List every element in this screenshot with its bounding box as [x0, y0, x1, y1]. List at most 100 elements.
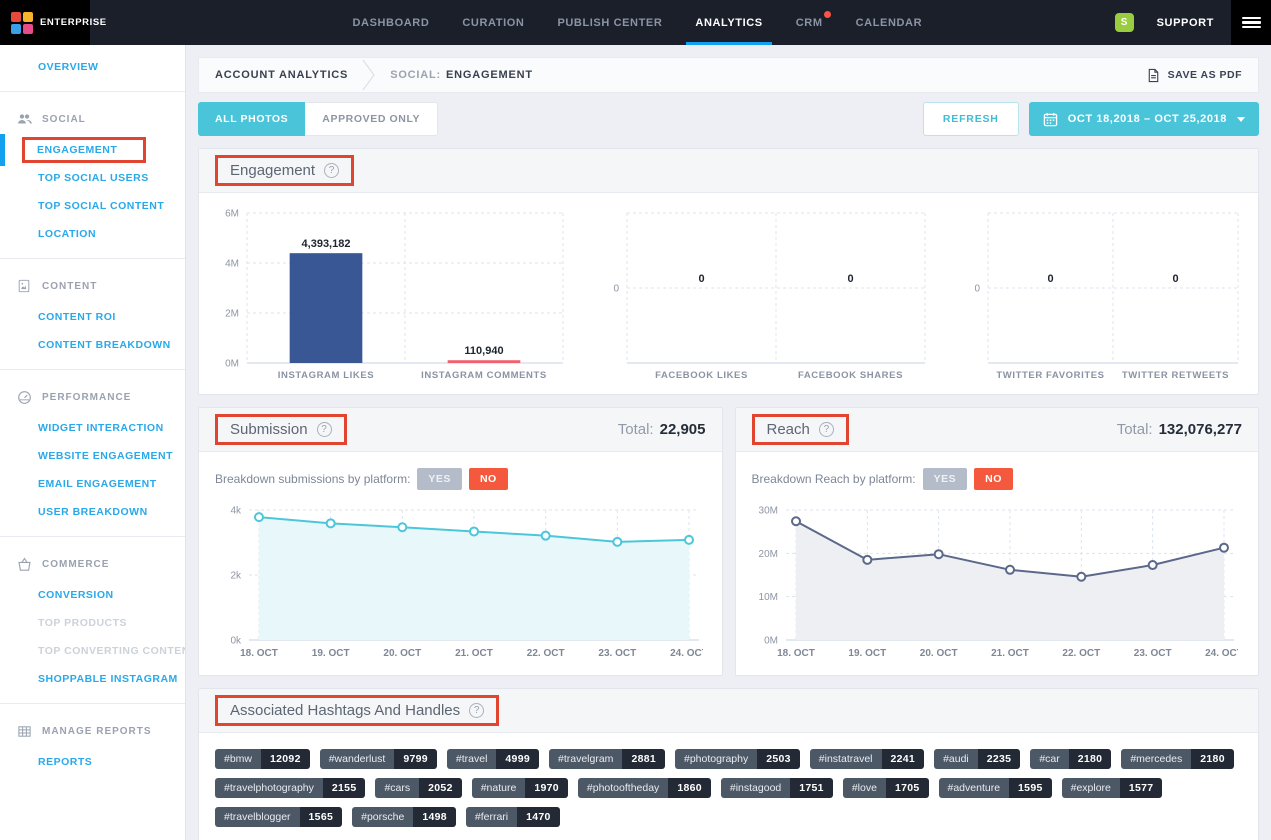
- sidebar-item-conversion[interactable]: CONVERSION: [0, 581, 185, 609]
- svg-text:0: 0: [613, 284, 619, 295]
- hashtag-chip-adventure[interactable]: #adventure1595: [939, 778, 1052, 798]
- svg-text:30M: 30M: [758, 506, 777, 517]
- hashtag-label: #photooftheday: [578, 778, 668, 798]
- sidebar-divider: [0, 703, 185, 704]
- svg-text:21. OCT: 21. OCT: [991, 648, 1029, 659]
- breadcrumb-page: ENGAGEMENT: [446, 69, 533, 81]
- app-root: ENTERPRISE DASHBOARD CURATION PUBLISH CENT…: [0, 0, 1271, 840]
- nav-item-dashboard[interactable]: DASHBOARD: [352, 0, 429, 45]
- reach-panel-header: Reach Total:132,076,277: [736, 408, 1259, 452]
- hashtag-chip-instagood[interactable]: #instagood1751: [721, 778, 833, 798]
- hashtag-chip-travelblogger[interactable]: #travelblogger1565: [215, 807, 342, 827]
- sidebar-item-overview[interactable]: OVERVIEW: [0, 53, 185, 81]
- sidebar-item-top-social-content[interactable]: TOP SOCIAL CONTENT: [0, 192, 185, 220]
- approved-only-button[interactable]: APPROVED ONLY: [305, 102, 438, 136]
- sidebar-item-website-engagement[interactable]: WEBSITE ENGAGEMENT: [0, 442, 185, 470]
- basket-icon: [16, 556, 32, 572]
- hashtag-label: #instagood: [721, 778, 790, 798]
- help-icon[interactable]: [469, 703, 484, 718]
- svg-text:0: 0: [1172, 273, 1178, 285]
- sidebar-item-reports[interactable]: REPORTS: [0, 748, 185, 776]
- avatar[interactable]: S: [1115, 13, 1134, 32]
- nav-item-analytics[interactable]: ANALYTICS: [695, 0, 762, 45]
- document-icon: [16, 278, 32, 294]
- filter-row: ALL PHOTOS APPROVED ONLY REFRESH OCT 18,…: [198, 102, 1259, 136]
- svg-text:0: 0: [974, 284, 980, 295]
- sidebar-item-engagement[interactable]: ENGAGEMENT: [0, 136, 185, 164]
- breakdown-label: Breakdown submissions by platform:: [215, 472, 410, 486]
- hashtag-count: 1498: [413, 807, 456, 827]
- top-nav: ENTERPRISE DASHBOARD CURATION PUBLISH CENT…: [0, 0, 1271, 45]
- breakdown-yes-button[interactable]: YES: [923, 468, 968, 490]
- hashtag-chip-porsche[interactable]: #porsche1498: [352, 807, 456, 827]
- hashtag-count: 2155: [323, 778, 366, 798]
- hashtag-chip-photography[interactable]: #photography2503: [675, 749, 800, 769]
- sidebar-item-user-breakdown[interactable]: USER BREAKDOWN: [0, 498, 185, 526]
- sidebar-item-email-engagement[interactable]: EMAIL ENGAGEMENT: [0, 470, 185, 498]
- brand[interactable]: ENTERPRISE: [0, 0, 90, 45]
- date-range-picker[interactable]: OCT 18,2018 – OCT 25,2018: [1029, 102, 1259, 136]
- help-icon[interactable]: [819, 422, 834, 437]
- hashtag-chip-travelgram[interactable]: #travelgram2881: [549, 749, 665, 769]
- engagement-charts: 6M4M2M0M4,393,182INSTAGRAM LIKES110,940I…: [199, 193, 1258, 394]
- submission-breakdown-toggle: Breakdown submissions by platform: YES N…: [215, 468, 706, 490]
- sidebar-item-content-roi[interactable]: CONTENT ROI: [0, 303, 185, 331]
- annotation-box: Submission: [215, 414, 347, 445]
- svg-text:2M: 2M: [225, 309, 239, 320]
- sidebar-item-top-social-users[interactable]: TOP SOCIAL USERS: [0, 164, 185, 192]
- sidebar-item-widget-interaction[interactable]: WIDGET INTERACTION: [0, 414, 185, 442]
- save-as-pdf-button[interactable]: SAVE AS PDF: [1146, 68, 1242, 83]
- hashtag-chip-travelphotography[interactable]: #travelphotography2155: [215, 778, 365, 798]
- hashtag-chip-explore[interactable]: #explore1577: [1062, 778, 1163, 798]
- hashtag-chip-instatravel[interactable]: #instatravel2241: [810, 749, 924, 769]
- calendar-icon: [1043, 112, 1058, 127]
- nav-item-crm[interactable]: CRM: [796, 0, 823, 45]
- hashtag-chip-audi[interactable]: #audi2235: [934, 749, 1020, 769]
- hashtag-chip-photooftheday[interactable]: #photooftheday1860: [578, 778, 711, 798]
- hashtag-chip-ferrari[interactable]: #ferrari1470: [466, 807, 560, 827]
- hashtag-label: #mercedes: [1121, 749, 1191, 769]
- all-photos-button[interactable]: ALL PHOTOS: [198, 102, 305, 136]
- menu-button[interactable]: [1231, 0, 1271, 45]
- svg-text:2k: 2k: [230, 571, 242, 582]
- support-link[interactable]: SUPPORT: [1157, 17, 1214, 29]
- reach-area-chart: 30M20M10M0M18. OCT19. OCT20. OCT21. OCT2…: [752, 502, 1243, 669]
- hashtag-chip-nature[interactable]: #nature1970: [472, 778, 568, 798]
- breakdown-label: Breakdown Reach by platform:: [752, 472, 916, 486]
- sidebar-item-location[interactable]: LOCATION: [0, 220, 185, 248]
- svg-text:INSTAGRAM LIKES: INSTAGRAM LIKES: [278, 370, 374, 381]
- refresh-button[interactable]: REFRESH: [923, 102, 1019, 136]
- hashtag-label: #bmw: [215, 749, 261, 769]
- hashtag-chip-love[interactable]: #love1705: [843, 778, 929, 798]
- breakdown-no-button[interactable]: NO: [469, 468, 508, 490]
- hashtag-count: 2052: [419, 778, 462, 798]
- nav-item-label: CURATION: [462, 17, 524, 29]
- annotation-box: Reach: [752, 414, 849, 445]
- shell: OVERVIEW SOCIALENGAGEMENTTOP SOCIAL USER…: [0, 45, 1271, 840]
- nav-item-curation[interactable]: CURATION: [462, 0, 524, 45]
- hashtag-count: 1705: [886, 778, 929, 798]
- breadcrumb: ACCOUNT ANALYTICS SOCIAL: ENGAGEMENT SAV…: [198, 57, 1259, 93]
- hashtag-count: 2180: [1191, 749, 1234, 769]
- hashtag-count: 1577: [1120, 778, 1163, 798]
- hashtag-count: 1751: [790, 778, 833, 798]
- hashtag-chip-car[interactable]: #car2180: [1030, 749, 1111, 769]
- gauge-icon: [16, 389, 32, 405]
- hashtag-chip-mercedes[interactable]: #mercedes2180: [1121, 749, 1234, 769]
- help-icon[interactable]: [324, 163, 339, 178]
- hashtag-count: 4999: [496, 749, 539, 769]
- breakdown-yes-button[interactable]: YES: [417, 468, 462, 490]
- sidebar-item-shoppable-instagram[interactable]: SHOPPABLE INSTAGRAM: [0, 665, 185, 693]
- breakdown-no-button[interactable]: NO: [974, 468, 1013, 490]
- nav-item-calendar[interactable]: CALENDAR: [856, 0, 923, 45]
- sidebar-item-content-breakdown[interactable]: CONTENT BREAKDOWN: [0, 331, 185, 359]
- engagement-panel-header: Engagement: [199, 149, 1258, 193]
- hashtag-chip-wanderlust[interactable]: #wanderlust9799: [320, 749, 437, 769]
- hashtag-chip-travel[interactable]: #travel4999: [447, 749, 539, 769]
- breadcrumb-root[interactable]: ACCOUNT ANALYTICS: [215, 69, 348, 81]
- nav-item-publish-center[interactable]: PUBLISH CENTER: [557, 0, 662, 45]
- hashtag-label: #porsche: [352, 807, 413, 827]
- hashtag-chip-bmw[interactable]: #bmw12092: [215, 749, 310, 769]
- hashtag-chip-cars[interactable]: #cars2052: [375, 778, 461, 798]
- help-icon[interactable]: [317, 422, 332, 437]
